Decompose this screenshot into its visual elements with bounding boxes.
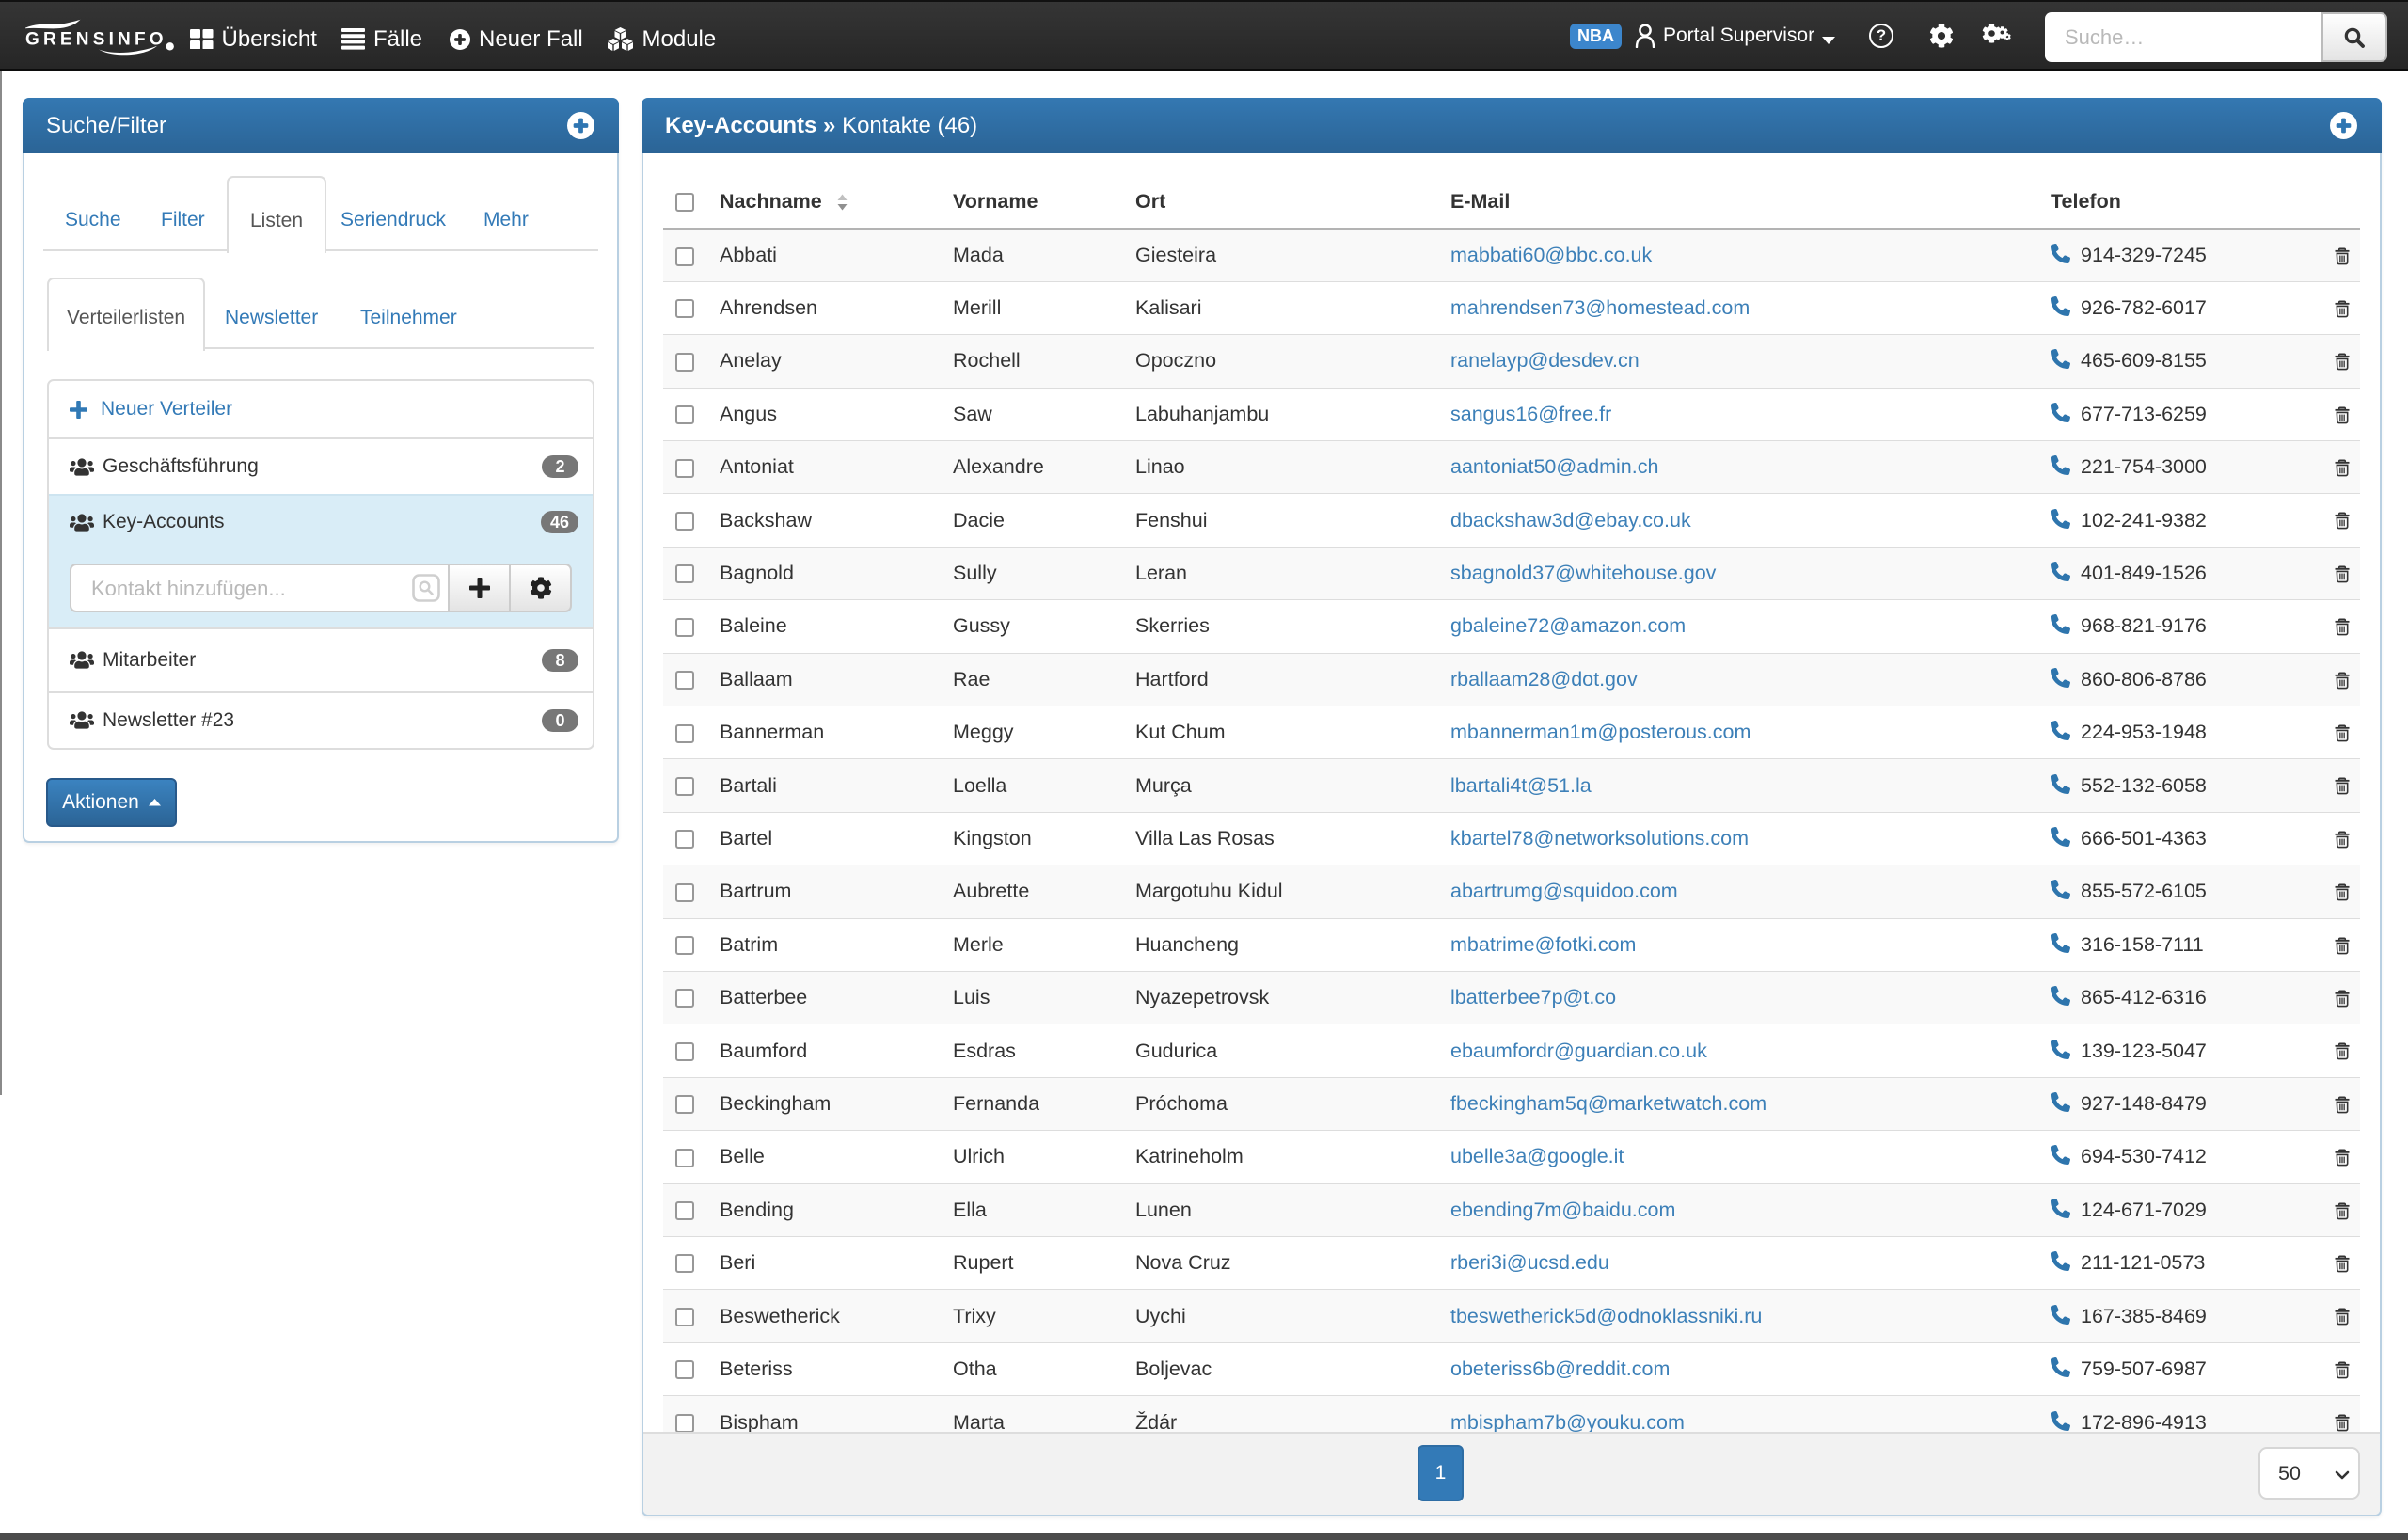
svg-text:GRENSINFO: GRENSINFO bbox=[25, 30, 167, 50]
